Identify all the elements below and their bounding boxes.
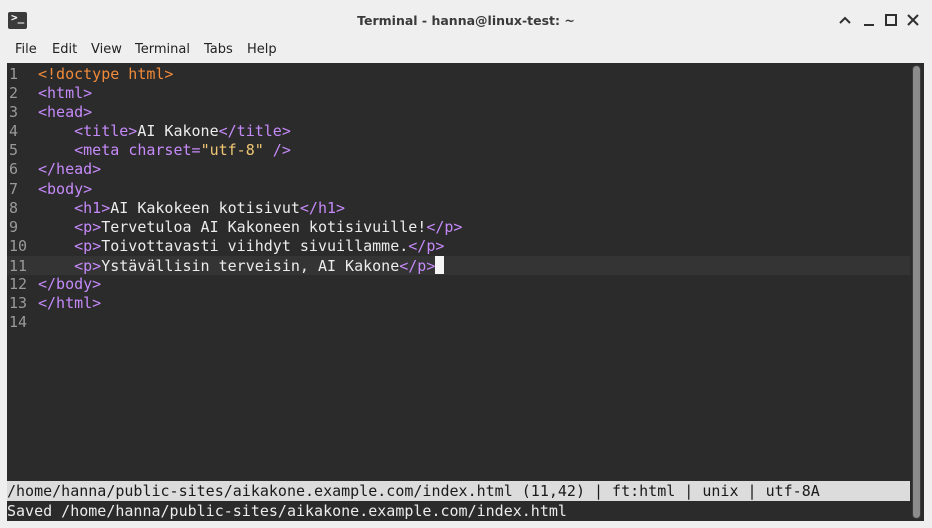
tag-token: </p> [399, 256, 436, 275]
code-line-6: 6 </head> [7, 160, 910, 179]
tag-token: <head> [38, 103, 93, 122]
code-line-7: 7 <body> [7, 180, 910, 199]
tag-token: <title> [74, 122, 138, 141]
text-cursor [435, 255, 445, 274]
tag-token: <p> [74, 236, 102, 255]
text-token: AI Kakone [137, 122, 219, 141]
editor-status-line: /home/hanna/public-sites/aikakone.exampl… [7, 481, 910, 501]
line-number: 4 [9, 122, 19, 141]
code-line-9: 9 <p>Tervetuloa AI Kakoneen kotisivuille… [7, 218, 910, 237]
tag-token: <body> [38, 179, 93, 198]
tag-token: </h1> [299, 198, 346, 217]
code-line-11-current: 11 <p>Ystävällisin terveisin, AI Kakone<… [7, 255, 910, 276]
vertical-scrollbar[interactable] [912, 65, 921, 519]
window-title: Terminal - hanna@linux-test: ~ [357, 13, 575, 28]
tag-token: </html> [38, 294, 102, 313]
tag-token: </head> [38, 160, 102, 179]
tag-token: <p> [74, 256, 102, 275]
text-token: Ystävällisin terveisin, AI Kakone [101, 256, 400, 275]
tag-token: <meta [74, 141, 129, 160]
tag-token: </p> [408, 236, 445, 255]
scrollbar-thumb[interactable] [913, 66, 920, 518]
line-number: 6 [9, 160, 19, 179]
title-bar[interactable]: >_ Terminal - hanna@linux-test: ~ [0, 0, 932, 40]
code-line-12: 12 </body> [7, 275, 910, 294]
code-line-2: 2 <html> [7, 84, 910, 103]
tag-token: </p> [426, 217, 463, 236]
tag-token: <html> [38, 84, 93, 103]
menu-terminal[interactable]: Terminal [135, 42, 190, 57]
code-line-14: 14 [7, 313, 910, 332]
doctype-token: <!doctype html> [38, 65, 174, 83]
tag-token: <h1> [74, 198, 111, 217]
text-token: Tervetuloa AI Kakoneen kotisivuille! [101, 217, 427, 236]
line-number: 11 [9, 256, 28, 275]
code-line-3: 3 <head> [7, 103, 910, 122]
up-arrow-icon[interactable] [837, 12, 853, 28]
tag-token: </title> [218, 122, 291, 141]
tag-token: </body> [38, 275, 102, 294]
tag-token: /> [263, 141, 291, 160]
code-line-10: 10 <p>Toivottavasti viihdyt sivuillamme.… [7, 237, 910, 256]
line-number: 7 [9, 179, 19, 198]
code-line-13: 13 </html> [7, 294, 910, 313]
menu-help[interactable]: Help [247, 42, 277, 57]
code-line-5: 5 <meta charset="utf-8" /> [7, 141, 910, 160]
line-number: 10 [9, 236, 28, 255]
text-token: Toivottavasti viihdyt sivuillamme. [101, 236, 409, 255]
line-number: 5 [9, 141, 19, 160]
text-token: AI Kakokeen kotisivut [110, 198, 300, 217]
code-line-1: 1 <!doctype html> [7, 65, 910, 84]
code-editor[interactable]: 1 <!doctype html> 2 <html> 3 <head> 4 <titl… [7, 65, 910, 332]
line-number: 2 [9, 84, 19, 103]
tag-token: <p> [74, 217, 102, 236]
line-number: 13 [9, 294, 28, 313]
line-number: 1 [9, 65, 19, 83]
string-token: "utf-8" [200, 141, 264, 160]
line-number: 14 [9, 313, 28, 332]
maximize-icon[interactable] [883, 12, 899, 28]
menu-edit[interactable]: Edit [52, 42, 77, 57]
line-number: 3 [9, 103, 19, 122]
menu-tabs[interactable]: Tabs [204, 42, 233, 57]
minimize-icon[interactable] [861, 12, 877, 28]
line-number: 12 [9, 275, 28, 294]
line-number: 9 [9, 217, 19, 236]
menu-view[interactable]: View [91, 42, 122, 57]
menu-file[interactable]: File [15, 42, 37, 57]
line-number: 8 [9, 198, 19, 217]
editor-message-line: Saved /home/hanna/public-sites/aikakone.… [7, 502, 567, 520]
close-icon[interactable] [905, 12, 921, 28]
menu-bar: File Edit View Terminal Tabs Help [0, 40, 932, 62]
terminal-area[interactable]: 1 <!doctype html> 2 <html> 3 <head> 4 <titl… [7, 63, 924, 521]
code-line-8: 8 <h1>AI Kakokeen kotisivut</h1> [7, 199, 910, 218]
code-line-4: 4 <title>AI Kakone</title> [7, 122, 910, 141]
terminal-window: >_ Terminal - hanna@linux-test: ~ File E… [0, 0, 932, 528]
attr-token: charset= [128, 141, 201, 160]
